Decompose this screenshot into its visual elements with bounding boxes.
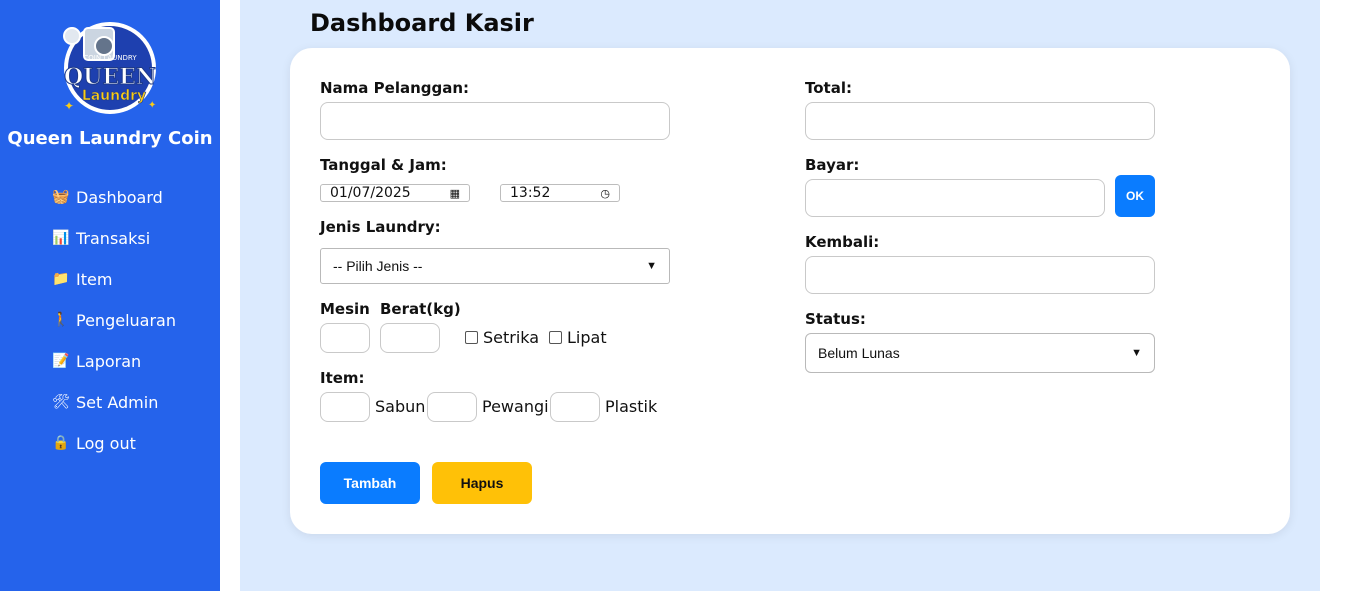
time-input[interactable]: 13:52 ◷ [500, 184, 620, 202]
sidebar-item-set-admin[interactable]: 🛠 Set Admin [52, 393, 176, 434]
chevron-down-icon: ▼ [646, 260, 657, 272]
lipat-checkbox[interactable]: Lipat [549, 328, 607, 347]
lipat-label: Lipat [567, 328, 607, 347]
tanggal-label: Tanggal & Jam: [320, 156, 447, 174]
clock-icon[interactable]: ◷ [600, 187, 610, 200]
sidebar-item-item[interactable]: 📁 Item [52, 270, 176, 311]
time-value: 13:52 [510, 185, 551, 201]
status-selected: Belum Lunas [818, 345, 900, 361]
svg-text:COIN LAUNDRY: COIN LAUNDRY [83, 54, 137, 62]
item-label: Item: [320, 369, 365, 387]
bayar-label: Bayar: [805, 156, 860, 174]
jenis-select[interactable]: -- Pilih Jenis -- ▼ [320, 248, 670, 284]
document-icon: 📝 [52, 353, 70, 369]
total-label: Total: [805, 79, 852, 97]
sidebar-item-pengeluaran[interactable]: 🚶 Pengeluaran [52, 311, 176, 352]
pewangi-label: Pewangi [482, 397, 549, 416]
svg-text:Laundry: Laundry [82, 88, 146, 104]
chevron-down-icon: ▼ [1131, 347, 1142, 359]
sabun-input[interactable] [320, 392, 370, 422]
checkbox-box[interactable] [549, 331, 562, 344]
date-input[interactable]: 01/07/2025 ▦ [320, 184, 470, 202]
tools-icon: 🛠 [52, 394, 70, 410]
jenis-label: Jenis Laundry: [320, 218, 441, 236]
date-value: 01/07/2025 [330, 185, 411, 201]
page-title: Dashboard Kasir [310, 9, 534, 37]
status-label: Status: [805, 310, 866, 328]
jenis-selected: -- Pilih Jenis -- [333, 258, 423, 274]
bayar-input[interactable] [805, 179, 1105, 217]
sidebar-item-label: Log out [76, 434, 136, 453]
sidebar-item-dashboard[interactable]: 🧺 Dashboard [52, 188, 176, 229]
svg-text:✦: ✦ [148, 100, 156, 111]
total-input[interactable] [805, 102, 1155, 140]
kembali-label: Kembali: [805, 233, 880, 251]
sidebar: COIN LAUNDRY QUEEN Laundry ✦ ✦ Queen Lau… [0, 0, 220, 591]
sidebar-item-label: Transaksi [76, 229, 151, 248]
setrika-checkbox[interactable]: Setrika [465, 328, 539, 347]
hapus-button[interactable]: Hapus [432, 462, 532, 504]
nama-label: Nama Pelanggan: [320, 79, 470, 97]
pewangi-input[interactable] [427, 392, 477, 422]
mesin-input[interactable] [320, 323, 370, 353]
sidebar-item-label: Pengeluaran [76, 311, 176, 330]
svg-text:✦: ✦ [64, 99, 74, 113]
mesin-label: Mesin [320, 300, 370, 318]
sidebar-item-logout[interactable]: 🔒 Log out [52, 434, 176, 475]
sidebar-item-label: Set Admin [76, 393, 159, 412]
kembali-input[interactable] [805, 256, 1155, 294]
washing-basket-icon: 🧺 [52, 189, 70, 205]
person-walking-icon: 🚶 [52, 312, 70, 328]
folder-icon: 📁 [52, 271, 70, 287]
bar-chart-icon: 📊 [52, 230, 70, 246]
sidebar-item-laporan[interactable]: 📝 Laporan [52, 352, 176, 393]
lock-icon: 🔒 [52, 435, 70, 451]
berat-input[interactable] [380, 323, 440, 353]
plastik-label: Plastik [605, 397, 658, 416]
ok-button[interactable]: OK [1115, 175, 1155, 217]
calendar-icon[interactable]: ▦ [450, 187, 460, 200]
sabun-label: Sabun [375, 397, 426, 416]
sidebar-nav: 🧺 Dashboard 📊 Transaksi 📁 Item 🚶 Pengeluaran… [52, 188, 176, 475]
brand-name: Queen Laundry Coin [7, 128, 213, 149]
plastik-input[interactable] [550, 392, 600, 422]
sidebar-item-label: Laporan [76, 352, 142, 371]
checkbox-box[interactable] [465, 331, 478, 344]
svg-text:QUEEN: QUEEN [64, 64, 156, 90]
queen-laundry-logo: COIN LAUNDRY QUEEN Laundry ✦ ✦ [63, 22, 157, 114]
status-select[interactable]: Belum Lunas ▼ [805, 333, 1155, 373]
sidebar-item-label: Item [76, 270, 113, 289]
sidebar-item-transaksi[interactable]: 📊 Transaksi [52, 229, 176, 270]
sidebar-item-label: Dashboard [76, 188, 163, 207]
tambah-button[interactable]: Tambah [320, 462, 420, 504]
nama-input[interactable] [320, 102, 670, 140]
setrika-label: Setrika [483, 328, 540, 347]
berat-label: Berat(kg) [380, 300, 461, 318]
